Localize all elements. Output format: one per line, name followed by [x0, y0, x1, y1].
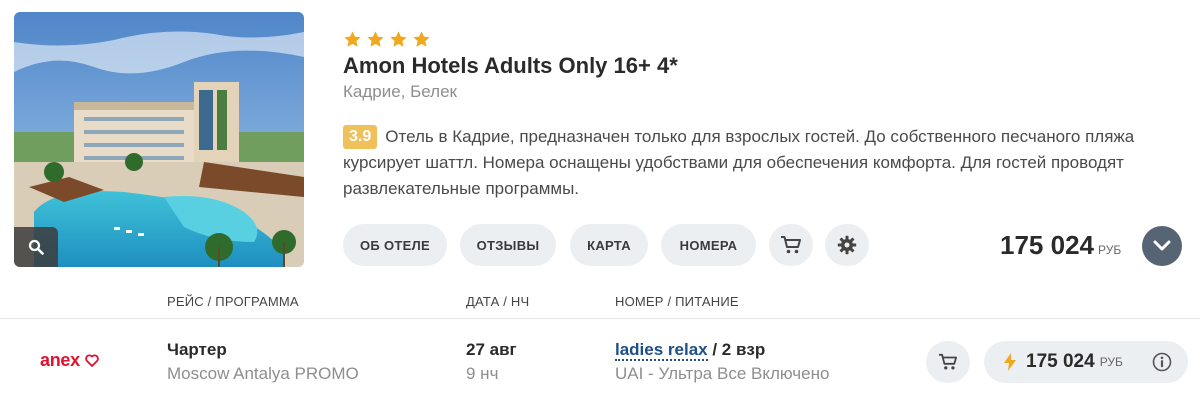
- lightning-icon: [1004, 353, 1016, 371]
- gear-icon: [837, 235, 857, 255]
- table-divider: [0, 318, 1200, 319]
- tab-about[interactable]: ОБ ОТЕЛЕ: [343, 224, 447, 266]
- hotel-stars: [343, 30, 431, 49]
- room-info: ladies relax / 2 взр: [615, 340, 766, 361]
- hotel-description: 3.9 Отель в Кадрие, предназначен только д…: [343, 124, 1173, 202]
- hotel-price: 175 024 РУБ: [1000, 230, 1121, 261]
- operator-name: anex: [40, 350, 80, 370]
- hotel-price-value: 175 024: [1000, 230, 1094, 260]
- offer-price-value: 175 024: [1026, 351, 1095, 372]
- settings-button[interactable]: [825, 224, 869, 266]
- cart-icon: [781, 236, 801, 254]
- hotel-photo[interactable]: [14, 12, 304, 267]
- operator-logo: anex: [40, 350, 99, 371]
- hotel-location: Кадрие, Белек: [343, 82, 457, 101]
- nights-count: 9 нч: [466, 364, 499, 383]
- star-icon: [344, 31, 361, 47]
- guests-count: / 2 взр: [707, 340, 766, 359]
- info-icon[interactable]: [1152, 352, 1172, 372]
- cart-icon: [939, 353, 957, 370]
- hotel-card: Amon Hotels Adults Only 16+ 4* Кадрие, Б…: [0, 0, 1200, 404]
- row-cart-button[interactable]: [926, 341, 970, 383]
- tab-rooms[interactable]: НОМЕРА: [661, 224, 756, 266]
- star-icon: [390, 31, 407, 47]
- hotel-name[interactable]: Amon Hotels Adults Only 16+ 4*: [343, 53, 678, 79]
- offer-price-button[interactable]: 175 024 РУБ: [984, 341, 1188, 383]
- hotel-price-currency: РУБ: [1097, 243, 1122, 257]
- rating-badge: 3.9: [343, 125, 378, 149]
- star-icon: [367, 31, 384, 47]
- heart-icon: [85, 354, 99, 367]
- column-header-room: НОМЕР / ПИТАНИЕ: [615, 294, 739, 309]
- expand-button[interactable]: [1142, 226, 1182, 266]
- tab-map[interactable]: КАРТА: [570, 224, 648, 266]
- column-header-flight: РЕЙС / ПРОГРАММА: [167, 294, 299, 309]
- room-link[interactable]: ladies relax: [615, 340, 708, 361]
- photo-zoom-button[interactable]: [14, 227, 58, 267]
- cart-button[interactable]: [769, 224, 813, 266]
- offer-price-currency: РУБ: [1099, 355, 1123, 369]
- magnifier-icon: [28, 239, 44, 255]
- flight-program: Moscow Antalya PROMO: [167, 364, 359, 383]
- departure-date: 27 авг: [466, 340, 517, 359]
- meal-plan: UAI - Ультра Все Включено: [615, 364, 830, 383]
- hotel-photo-image: [14, 12, 304, 267]
- flight-type: Чартер: [167, 340, 227, 359]
- star-icon: [413, 31, 430, 47]
- tab-reviews[interactable]: ОТЗЫВЫ: [460, 224, 556, 266]
- chevron-down-icon: [1153, 240, 1171, 251]
- column-header-date: ДАТА / НЧ: [466, 294, 530, 309]
- description-text: Отель в Кадрие, предназначен только для …: [343, 127, 1135, 198]
